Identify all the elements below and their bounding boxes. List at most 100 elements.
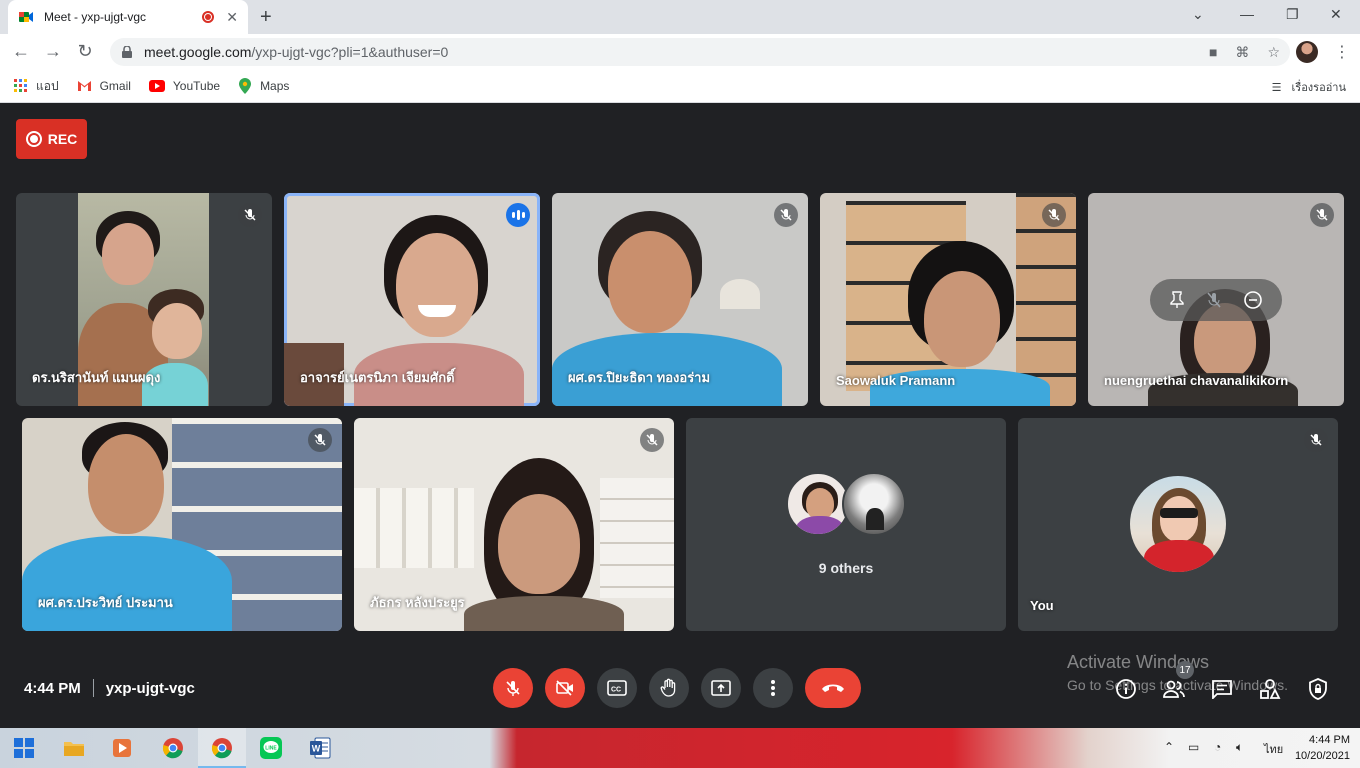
- tray-expand-icon[interactable]: ⌃: [1164, 740, 1174, 754]
- reading-list-icon: ☰: [1271, 81, 1282, 94]
- captions-button[interactable]: CC: [597, 668, 637, 708]
- bookmark-gmail[interactable]: Gmail: [77, 79, 131, 93]
- current-time: 4:44 PM: [24, 679, 81, 697]
- start-button[interactable]: [12, 736, 36, 760]
- toggle-mic-button[interactable]: [493, 668, 533, 708]
- speaking-indicator-icon: [506, 203, 530, 227]
- chrome-icon: [162, 738, 183, 759]
- muted-mic-icon: [1304, 428, 1328, 452]
- leave-call-icon: [822, 684, 844, 692]
- reading-list[interactable]: ☰ เรื่องรออ่าน: [1272, 78, 1346, 96]
- tray-device-icon[interactable]: ▭: [1188, 740, 1199, 754]
- bookmarks-bar: แอป Gmail YouTube Maps ☰ เรื่องรออ่าน: [0, 70, 1360, 103]
- taskbar-clock[interactable]: 4:44 PM 10/20/2021: [1295, 732, 1350, 764]
- new-tab-icon[interactable]: +: [260, 6, 272, 29]
- toggle-camera-button[interactable]: [545, 668, 585, 708]
- bookmark-apps[interactable]: แอป: [14, 77, 59, 96]
- raise-hand-icon: [660, 678, 676, 697]
- svg-text:CC: CC: [611, 687, 621, 694]
- youtube-icon: [148, 80, 165, 92]
- chat-button[interactable]: [1209, 676, 1235, 702]
- close-window-icon[interactable]: ✕: [1330, 6, 1342, 23]
- participant-tile[interactable]: ภัธกร หลังประยูร: [354, 418, 674, 631]
- raise-hand-button[interactable]: [649, 668, 689, 708]
- captions-icon: CC: [607, 680, 627, 696]
- participant-tile[interactable]: nuengruethai chavanalikikorn: [1088, 193, 1344, 406]
- others-count-label: 9 others: [818, 560, 874, 576]
- meeting-details-button[interactable]: [1113, 676, 1139, 702]
- browser-menu-icon[interactable]: ⋮: [1334, 42, 1350, 62]
- people-button[interactable]: [1161, 676, 1187, 702]
- tab-close-icon[interactable]: ✕: [226, 9, 238, 26]
- muted-mic-icon: [238, 203, 262, 227]
- bookmark-star-icon[interactable]: ☆: [1267, 44, 1280, 61]
- host-controls-button[interactable]: [1305, 676, 1331, 702]
- maps-icon: [239, 78, 252, 94]
- taskbar-media-player[interactable]: [110, 736, 134, 760]
- camera-permission-icon[interactable]: ■: [1209, 44, 1217, 61]
- people-count-badge: 17: [1176, 661, 1194, 679]
- participant-tile[interactable]: ดร.นริสานันท์ แมนผดุง: [16, 193, 272, 406]
- windows-taskbar: LINE W ⌃ ▭ ◔ 🔈︎ ไทย 4:44 PM 10/20/2021: [0, 728, 1360, 768]
- more-options-button[interactable]: [753, 668, 793, 708]
- present-now-button[interactable]: [701, 668, 741, 708]
- taskbar-file-explorer[interactable]: [62, 736, 86, 760]
- url-text: meet.google.com/yxp-ujgt-vgc?pli=1&authu…: [144, 44, 448, 60]
- bookmark-label: Gmail: [99, 79, 131, 93]
- muted-mic-icon: [308, 428, 332, 452]
- maximize-icon[interactable]: ❐: [1286, 6, 1299, 23]
- avatar: [842, 472, 906, 536]
- self-avatar: [1130, 476, 1226, 572]
- participant-name: ดร.นริสานันท์ แมนผดุง: [32, 370, 161, 385]
- self-tile[interactable]: You: [1018, 418, 1338, 631]
- participant-tile[interactable]: Saowaluk Pramann: [820, 193, 1076, 406]
- tab-search-icon[interactable]: ⌄: [1192, 6, 1204, 23]
- back-arrow-icon[interactable]: ←: [10, 41, 32, 62]
- pin-icon[interactable]: [1169, 291, 1185, 309]
- recording-indicator-icon: [202, 11, 215, 23]
- mic-off-icon: [506, 681, 520, 696]
- others-tile[interactable]: 9 others: [686, 418, 1006, 631]
- leave-call-button[interactable]: [805, 668, 861, 708]
- taskbar-chrome-active[interactable]: [210, 736, 234, 760]
- gmail-icon: [77, 81, 91, 91]
- language-indicator[interactable]: ไทย: [1264, 740, 1283, 758]
- taskbar-line[interactable]: LINE: [259, 736, 283, 760]
- divider: [92, 679, 94, 697]
- taskbar-chrome[interactable]: [161, 736, 185, 760]
- taskbar-word[interactable]: W: [308, 736, 332, 760]
- profile-avatar[interactable]: [1296, 41, 1318, 63]
- participant-name: ผศ.ดร.ปิยะธิดา ทองอร่าม: [568, 370, 711, 385]
- translate-icon[interactable]: ⌘: [1235, 44, 1249, 61]
- forward-arrow-icon[interactable]: →: [42, 41, 64, 62]
- bookmark-maps[interactable]: Maps: [238, 78, 289, 94]
- address-bar[interactable]: meet.google.com/yxp-ujgt-vgc?pli=1&authu…: [110, 38, 1290, 66]
- meeting-code: yxp-ujgt-vgc: [105, 679, 195, 697]
- wifi-icon[interactable]: ◔: [1214, 740, 1221, 754]
- bookmark-youtube[interactable]: YouTube: [148, 79, 220, 93]
- mute-participant-icon[interactable]: [1206, 291, 1222, 309]
- participant-tile[interactable]: ผศ.ดร.ประวิทย์ ประมาน: [22, 418, 342, 631]
- browser-tab-meet[interactable]: Meet - yxp-ujgt-vgc ✕: [8, 0, 248, 34]
- participant-tile[interactable]: ผศ.ดร.ปิยะธิดา ทองอร่าม: [552, 193, 808, 406]
- chat-icon: [1212, 680, 1232, 699]
- reload-icon[interactable]: ↻: [74, 41, 96, 62]
- browser-tab-strip: Meet - yxp-ujgt-vgc ✕ + ⌄ — ❐ ✕: [0, 0, 1360, 34]
- recording-badge: REC: [16, 119, 87, 159]
- avatar: [786, 472, 850, 536]
- apps-grid-icon: [14, 79, 27, 92]
- present-icon: [711, 680, 731, 696]
- participant-tile-active-speaker[interactable]: อาจารย์เนตรนิภา เจียมศักดิ์: [284, 193, 540, 406]
- muted-mic-icon: [640, 428, 664, 452]
- participant-name: Saowaluk Pramann: [836, 373, 956, 388]
- muted-mic-icon: [774, 203, 798, 227]
- volume-icon[interactable]: 🔈︎: [1236, 740, 1243, 755]
- reading-list-label: เรื่องรออ่าน: [1291, 82, 1346, 94]
- folder-icon: [64, 742, 84, 756]
- activities-button[interactable]: [1257, 676, 1283, 702]
- activities-icon: [1260, 679, 1281, 699]
- remove-participant-icon[interactable]: [1243, 290, 1263, 310]
- info-icon: [1116, 679, 1136, 699]
- more-options-icon: [771, 680, 775, 696]
- minimize-icon[interactable]: —: [1240, 6, 1254, 22]
